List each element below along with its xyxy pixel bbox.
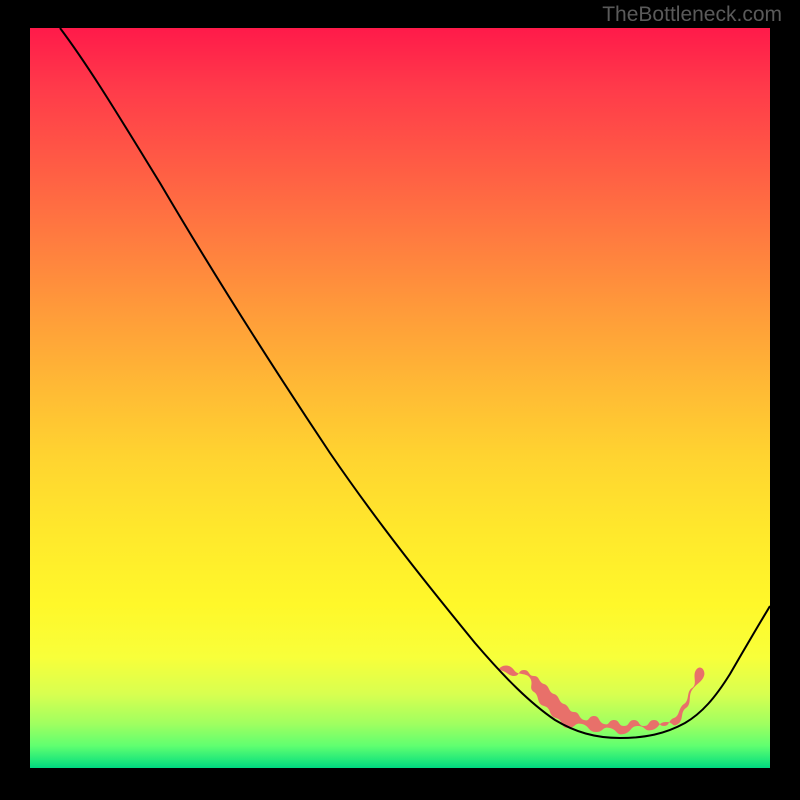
watermark-text: TheBottleneck.com	[602, 3, 782, 27]
bottleneck-curve-path	[60, 28, 770, 738]
plot-area	[30, 28, 770, 768]
curve-layer	[30, 28, 770, 768]
